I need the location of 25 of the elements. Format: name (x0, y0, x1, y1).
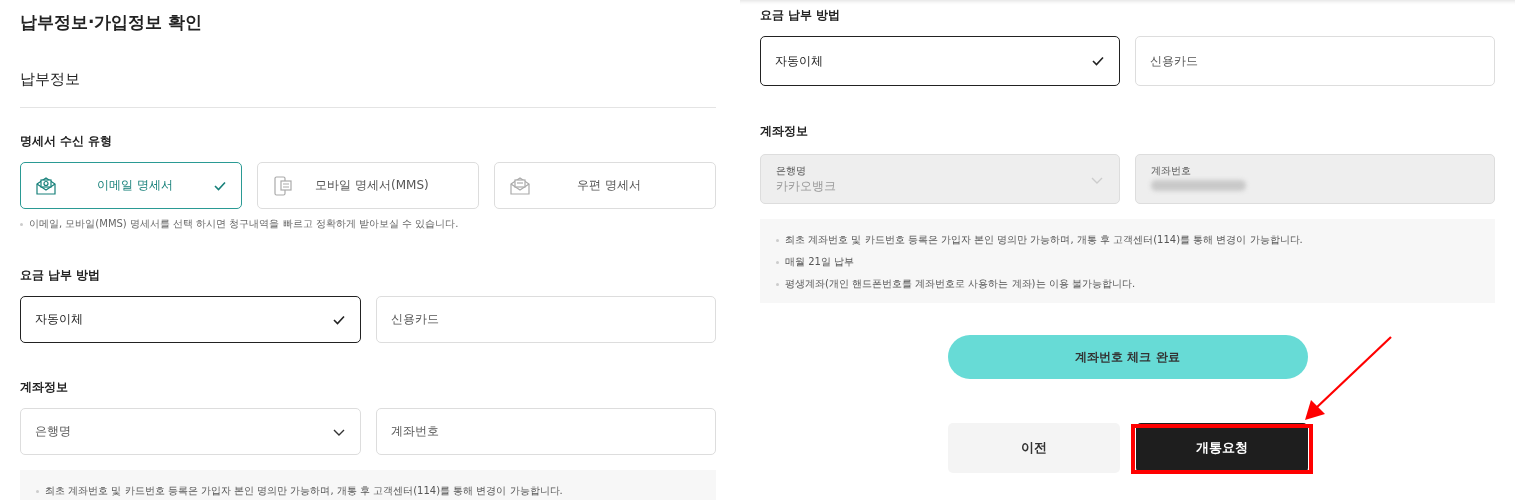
note-text: 이메일, 모바일(MMS) 명세서를 선택 하시면 청구내역을 빠르고 정확하게 받아보실 수 있습니다. (20, 217, 716, 231)
statement-option[interactable]: 우편 명세서 (494, 162, 716, 209)
check-complete-button[interactable]: 계좌번호 체크 완료 (947, 335, 1308, 379)
payment-option[interactable]: 신용카드 (375, 296, 716, 343)
section-label: 계좌정보 (20, 379, 69, 396)
payment-option[interactable]: 자동이체 (760, 36, 1120, 86)
section-label: 요금 납부 방법 (760, 7, 842, 24)
section-label: 명세서 수신 유형 (20, 133, 114, 150)
back-button[interactable]: 이전 (947, 423, 1120, 473)
account-number-field[interactable]: 계좌번호 (375, 408, 716, 455)
phone-icon (272, 174, 294, 197)
info-text: 최초 계좌번호 및 카드번호 등록은 가입자 본인 명의만 가능하며, 개통 후 고객센터(114)를 통해 변경이 가능합니다. (36, 483, 700, 498)
page-title: 납부정보·가입정보 확인 (20, 11, 204, 34)
bank-select[interactable]: 은행명 (20, 408, 361, 455)
payment-option[interactable]: 신용카드 (1135, 36, 1495, 86)
info-text: 평생계좌(개인 핸드폰번호를 계좌번호로 사용하는 계좌)는 이용 불가능합니다. (776, 276, 1479, 291)
statement-option[interactable]: 이메일 명세서 (20, 162, 242, 209)
section-title: 납부정보 (20, 69, 81, 90)
section-label: 요금 납부 방법 (20, 267, 102, 284)
payment-option[interactable]: 자동이체 (20, 296, 361, 343)
check-icon (1091, 54, 1105, 68)
info-text: 최초 계좌번호 및 카드번호 등록은 가입자 본인 명의만 가능하며, 개통 후 고객센터(114)를 통해 변경이 가능합니다. (776, 232, 1479, 247)
statement-option[interactable]: 모바일 명세서(MMS) (257, 162, 479, 209)
info-text: 매월 21일 납부 (776, 254, 1479, 269)
section-label: 계좌정보 (760, 123, 809, 140)
